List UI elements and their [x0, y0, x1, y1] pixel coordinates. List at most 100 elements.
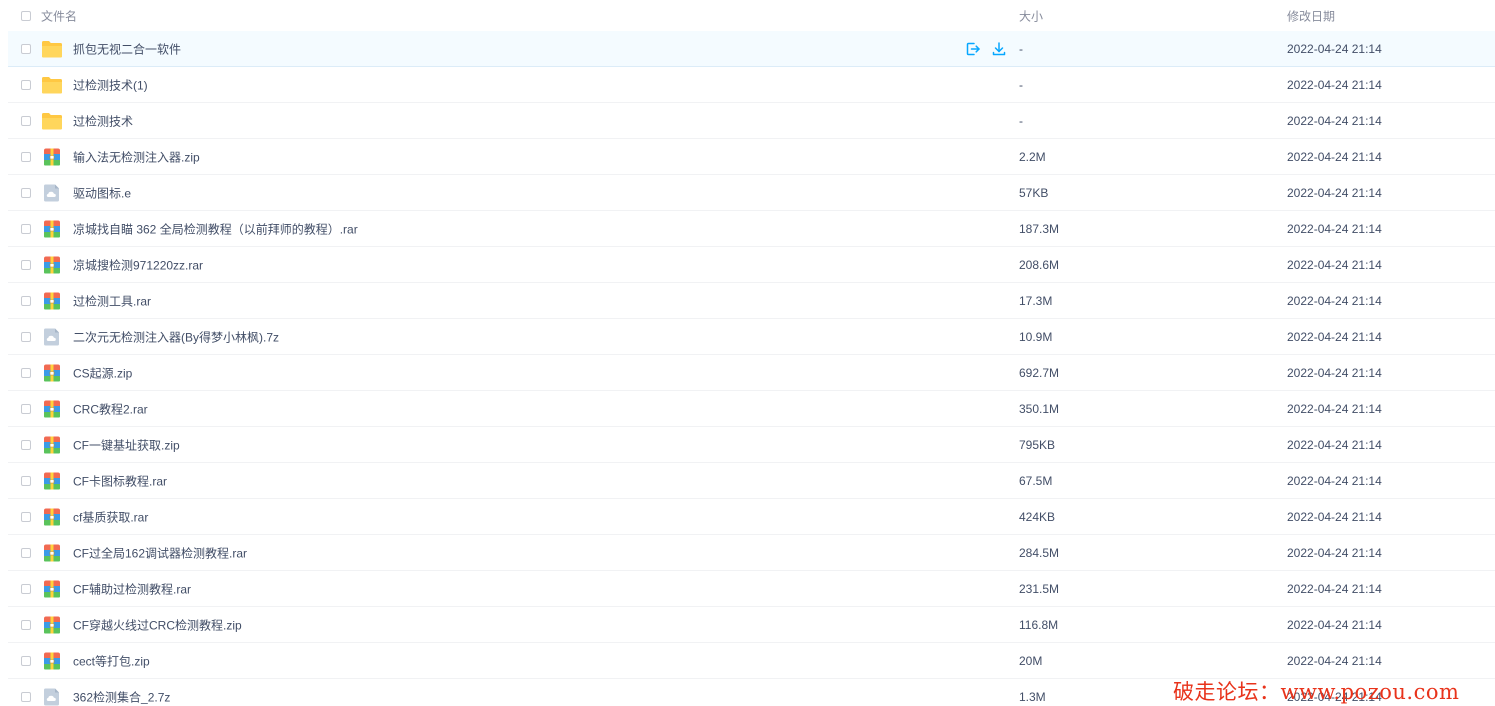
file-row[interactable]: 输入法无检测注入器.zip 2.2M 2022-04-24 21:14 — [8, 139, 1495, 175]
column-header-name[interactable]: 文件名 — [41, 7, 77, 24]
row-checkbox[interactable] — [21, 691, 31, 702]
file-date: 2022-04-24 21:14 — [1287, 509, 1382, 524]
archive-icon — [42, 364, 62, 382]
file-row[interactable]: 凉城找自瞄 362 全局检测教程（以前拜师的教程）.rar 187.3M 2022-… — [8, 211, 1495, 247]
file-name[interactable]: CF穿越火线过CRC检测教程.zip — [73, 616, 242, 633]
archive-icon — [42, 472, 62, 490]
folder-icon — [42, 76, 62, 94]
column-header-date[interactable]: 修改日期 — [1287, 7, 1335, 24]
archive-icon — [42, 616, 62, 634]
row-checkbox[interactable] — [21, 331, 31, 342]
row-checkbox[interactable] — [21, 187, 31, 198]
file-date: 2022-04-24 21:14 — [1287, 41, 1382, 56]
file-size: 57KB — [1019, 185, 1049, 200]
row-checkbox[interactable] — [21, 295, 31, 306]
file-size: 284.5M — [1019, 545, 1060, 560]
row-checkbox[interactable] — [21, 439, 31, 450]
file-date: 2022-04-24 21:14 — [1287, 401, 1382, 416]
row-checkbox[interactable] — [21, 403, 31, 414]
file-row[interactable]: 抓包无视二合一软件 - 2022-04-24 21:14 — [8, 31, 1495, 67]
file-size: 231.5M — [1019, 581, 1060, 596]
file-name[interactable]: CF过全局162调试器检测教程.rar — [73, 544, 247, 561]
file-size: 67.5M — [1019, 473, 1053, 488]
file-row[interactable]: 过检测工具.rar 17.3M 2022-04-24 21:14 — [8, 283, 1495, 319]
archive-icon — [42, 652, 62, 670]
row-checkbox[interactable] — [21, 115, 31, 126]
file-name[interactable]: 驱动图标.e — [73, 184, 131, 201]
file-size: 692.7M — [1019, 365, 1060, 380]
file-name[interactable]: cf基质获取.rar — [73, 508, 148, 525]
file-row[interactable]: CF卡图标教程.rar 67.5M 2022-04-24 21:14 — [8, 463, 1495, 499]
row-checkbox[interactable] — [21, 511, 31, 522]
archive-icon — [42, 292, 62, 310]
file-name[interactable]: 过检测工具.rar — [73, 292, 151, 309]
file-name[interactable]: 362检测集合_2.7z — [73, 688, 170, 705]
row-checkbox[interactable] — [21, 151, 31, 162]
column-header-size[interactable]: 大小 — [1019, 7, 1043, 24]
folder-icon — [42, 112, 62, 130]
file-row[interactable]: 过检测技术 - 2022-04-24 21:14 — [8, 103, 1495, 139]
row-checkbox[interactable] — [21, 259, 31, 270]
folder-icon — [42, 40, 62, 58]
archive-icon — [42, 544, 62, 562]
file-row[interactable]: CRC教程2.rar 350.1M 2022-04-24 21:14 — [8, 391, 1495, 427]
file-date: 2022-04-24 21:14 — [1287, 617, 1382, 632]
file-name[interactable]: cect等打包.zip — [73, 652, 150, 669]
row-checkbox[interactable] — [21, 79, 31, 90]
row-checkbox[interactable] — [21, 655, 31, 666]
file-name[interactable]: CF一键基址获取.zip — [73, 436, 180, 453]
file-date: 2022-04-24 21:14 — [1287, 365, 1382, 380]
archive-icon — [42, 508, 62, 526]
file-size: - — [1019, 41, 1023, 56]
cloud-file-icon — [42, 328, 62, 346]
file-size: 2.2M — [1019, 149, 1046, 164]
cloud-file-icon — [42, 184, 62, 202]
select-all-checkbox[interactable] — [21, 10, 31, 21]
file-date: 2022-04-24 21:14 — [1287, 653, 1382, 668]
file-list-header: 文件名 大小 修改日期 — [0, 0, 1495, 31]
file-rows: 抓包无视二合一软件 - 2022-04-24 21:14 过检测技术(1) - 2022-… — [0, 31, 1495, 706]
file-row[interactable]: cect等打包.zip 20M 2022-04-24 21:14 — [8, 643, 1495, 679]
file-name[interactable]: CF卡图标教程.rar — [73, 472, 167, 489]
file-row[interactable]: CF穿越火线过CRC检测教程.zip 116.8M 2022-04-24 21:14 — [8, 607, 1495, 643]
file-name[interactable]: 过检测技术(1) — [73, 76, 148, 93]
file-name[interactable]: 凉城找自瞄 362 全局检测教程（以前拜师的教程）.rar — [73, 220, 358, 237]
row-checkbox[interactable] — [21, 43, 31, 54]
file-row[interactable]: cf基质获取.rar 424KB 2022-04-24 21:14 — [8, 499, 1495, 535]
file-row[interactable]: 二次元无检测注入器(By得梦小林枫).7z 10.9M 2022-04-24 21:… — [8, 319, 1495, 355]
file-name[interactable]: 凉城搜检测971220zz.rar — [73, 256, 203, 273]
row-checkbox[interactable] — [21, 367, 31, 378]
file-name[interactable]: 过检测技术 — [73, 112, 133, 129]
file-size: 795KB — [1019, 437, 1056, 452]
file-name[interactable]: CF辅助过检测教程.rar — [73, 580, 191, 597]
row-checkbox[interactable] — [21, 547, 31, 558]
file-name[interactable]: 二次元无检测注入器(By得梦小林枫).7z — [73, 328, 279, 345]
archive-icon — [42, 256, 62, 274]
file-name[interactable]: CRC教程2.rar — [73, 400, 148, 417]
file-size: 208.6M — [1019, 257, 1060, 272]
file-date: 2022-04-24 21:14 — [1287, 581, 1382, 596]
file-name[interactable]: 输入法无检测注入器.zip — [73, 148, 200, 165]
file-size: 1.3M — [1019, 689, 1046, 704]
file-row[interactable]: 过检测技术(1) - 2022-04-24 21:14 — [8, 67, 1495, 103]
row-checkbox[interactable] — [21, 583, 31, 594]
file-row[interactable]: CS起源.zip 692.7M 2022-04-24 21:14 — [8, 355, 1495, 391]
file-row[interactable]: 凉城搜检测971220zz.rar 208.6M 2022-04-24 21:14 — [8, 247, 1495, 283]
row-checkbox[interactable] — [21, 619, 31, 630]
file-row[interactable]: CF辅助过检测教程.rar 231.5M 2022-04-24 21:14 — [8, 571, 1495, 607]
download-icon[interactable] — [991, 41, 1007, 57]
file-date: 2022-04-24 21:14 — [1287, 545, 1382, 560]
archive-icon — [42, 148, 62, 166]
file-name[interactable]: 抓包无视二合一软件 — [73, 40, 181, 57]
file-size: - — [1019, 113, 1023, 128]
file-row[interactable]: 驱动图标.e 57KB 2022-04-24 21:14 — [8, 175, 1495, 211]
file-row[interactable]: CF过全局162调试器检测教程.rar 284.5M 2022-04-24 21:1… — [8, 535, 1495, 571]
cloud-file-icon — [42, 688, 62, 706]
row-checkbox[interactable] — [21, 223, 31, 234]
file-name[interactable]: CS起源.zip — [73, 364, 132, 381]
file-date: 2022-04-24 21:14 — [1287, 221, 1382, 236]
share-icon[interactable] — [965, 41, 981, 57]
file-date: 2022-04-24 21:14 — [1287, 257, 1382, 272]
row-checkbox[interactable] — [21, 475, 31, 486]
file-row[interactable]: CF一键基址获取.zip 795KB 2022-04-24 21:14 — [8, 427, 1495, 463]
